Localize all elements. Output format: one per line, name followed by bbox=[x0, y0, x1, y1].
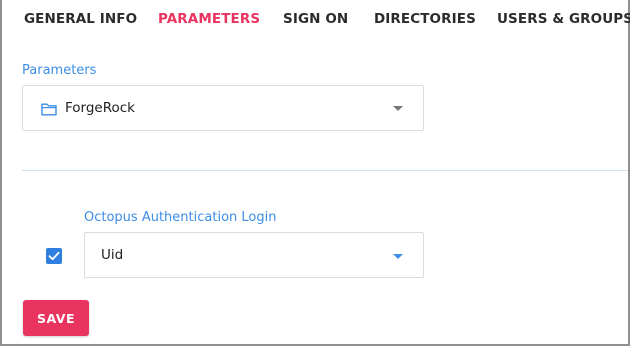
parameters-select-value: ForgeRock bbox=[65, 100, 136, 116]
auth-login-select-value: Uid bbox=[101, 247, 124, 263]
window: GENERAL INFO PARAMETERS SIGN ON DIRECTOR… bbox=[0, 0, 630, 346]
tab-general-info[interactable]: GENERAL INFO bbox=[24, 11, 137, 27]
auth-login-checkbox[interactable] bbox=[46, 248, 62, 264]
chevron-down-icon bbox=[393, 106, 403, 111]
save-button[interactable]: SAVE bbox=[23, 300, 89, 336]
checkmark-icon bbox=[48, 251, 60, 261]
folder-icon bbox=[41, 101, 57, 116]
tab-sign-on[interactable]: SIGN ON bbox=[283, 11, 348, 27]
parameters-label: Parameters bbox=[22, 63, 97, 78]
tab-bar: GENERAL INFO PARAMETERS SIGN ON DIRECTOR… bbox=[2, 0, 630, 38]
parameters-select[interactable]: ForgeRock bbox=[22, 85, 424, 131]
tab-directories[interactable]: DIRECTORIES bbox=[374, 11, 476, 27]
auth-login-select[interactable]: Uid bbox=[84, 232, 424, 278]
tab-parameters[interactable]: PARAMETERS bbox=[158, 11, 260, 27]
chevron-down-icon bbox=[393, 254, 403, 259]
auth-login-label: Octopus Authentication Login bbox=[84, 210, 277, 225]
section-divider bbox=[22, 170, 628, 171]
tab-users-groups[interactable]: USERS & GROUPS bbox=[497, 11, 630, 27]
